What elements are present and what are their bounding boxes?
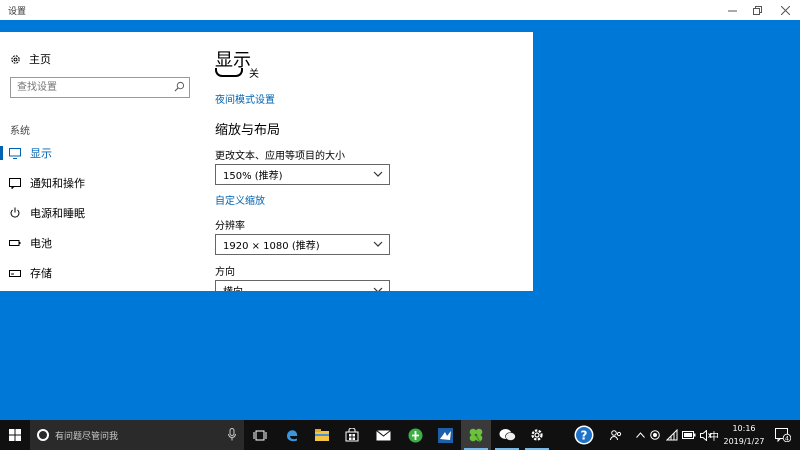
close-icon — [780, 5, 790, 15]
bird-app-icon — [437, 427, 453, 443]
taskbar-search-box[interactable]: 有问题尽管问我 — [30, 420, 244, 450]
bird-app-button[interactable] — [430, 420, 460, 450]
resolution-dropdown[interactable]: 1920 × 1080 (推荐) — [215, 234, 390, 255]
action-center-button[interactable]: 4 — [772, 420, 794, 450]
restore-button[interactable] — [742, 0, 772, 20]
power-icon — [0, 207, 30, 219]
wifi-icon — [666, 429, 678, 441]
battery-tray-button[interactable] — [680, 420, 698, 450]
chevron-up-icon — [635, 432, 645, 438]
help-icon: ? — [574, 425, 594, 445]
close-button[interactable] — [770, 0, 800, 20]
scale-dropdown[interactable]: 150% (推荐) — [215, 164, 390, 185]
edge-button[interactable] — [277, 420, 307, 450]
taskbar-search-placeholder: 有问题尽管问我 — [55, 432, 119, 442]
sidebar-item-label: 电源和睡眠 — [30, 207, 85, 220]
task-view-button[interactable] — [245, 420, 275, 450]
tray-record-button[interactable] — [648, 420, 662, 450]
sidebar-item-display[interactable]: 显示 — [0, 141, 200, 165]
help-button[interactable]: ? — [569, 420, 599, 450]
file-explorer-icon — [315, 429, 329, 441]
mail-button[interactable] — [368, 420, 398, 450]
night-light-toggle[interactable] — [215, 68, 243, 77]
sidebar-item-label: 通知和操作 — [30, 177, 85, 190]
storage-icon — [0, 269, 30, 277]
chevron-down-icon — [373, 287, 383, 291]
settings-app-button[interactable] — [522, 420, 552, 450]
scale-label: 更改文本、应用等项目的大小 — [215, 151, 345, 162]
home-label: 主页 — [29, 53, 51, 66]
taskbar: 有问题尽管问我 ? 中 10:16 2019/1/27 4 — [0, 420, 800, 450]
settings-search-input[interactable] — [11, 78, 161, 97]
sidebar-item-label: 存储 — [30, 267, 52, 280]
minimize-icon — [727, 10, 737, 11]
edge-icon — [287, 430, 298, 442]
settings-sidebar: 主页 系统 显示 通知和操作 电源和睡眠 — [0, 32, 200, 291]
scale-value: 150% (推荐) — [223, 171, 283, 182]
file-explorer-button[interactable] — [307, 420, 337, 450]
people-button[interactable] — [606, 420, 626, 450]
chevron-down-icon — [373, 241, 383, 247]
night-light-settings-link[interactable]: 夜间模式设置 — [215, 91, 275, 106]
clover-app-icon — [469, 428, 483, 443]
people-icon — [610, 430, 622, 441]
record-icon — [650, 430, 660, 440]
cortana-icon — [37, 429, 49, 441]
settings-gear-icon — [531, 429, 543, 441]
green-app-button[interactable] — [400, 420, 430, 450]
clock[interactable]: 10:16 2019/1/27 — [718, 422, 770, 448]
resolution-label: 分辨率 — [215, 221, 245, 232]
orientation-value: 横向 — [223, 283, 243, 291]
resolution-value: 1920 × 1080 (推荐) — [223, 241, 320, 252]
battery-icon — [0, 239, 30, 247]
custom-scaling-link[interactable]: 自定义缩放 — [215, 192, 265, 207]
settings-search-box[interactable] — [10, 77, 190, 98]
chevron-down-icon — [373, 171, 383, 177]
microphone-icon[interactable] — [228, 428, 236, 441]
clock-date: 2019/1/27 — [723, 437, 765, 446]
settings-window: 主页 系统 显示 通知和操作 电源和睡眠 — [0, 32, 533, 291]
task-view-icon — [253, 430, 267, 440]
sidebar-item-battery[interactable]: 电池 — [0, 231, 200, 255]
wechat-button[interactable] — [492, 420, 522, 450]
sidebar-item-power[interactable]: 电源和睡眠 — [0, 201, 200, 225]
clover-app-button[interactable] — [461, 420, 491, 450]
sidebar-item-label: 电池 — [30, 237, 52, 250]
monitor-icon — [0, 147, 30, 159]
sidebar-item-label: 显示 — [30, 147, 52, 160]
home-nav-item[interactable]: 主页 — [10, 51, 51, 67]
display-settings-content: 显示 关 夜间模式设置 缩放与布局 更改文本、应用等项目的大小 150% (推荐… — [215, 32, 525, 291]
scale-layout-heading: 缩放与布局 — [215, 123, 281, 138]
orientation-label: 方向 — [215, 267, 235, 278]
start-button[interactable] — [0, 420, 30, 450]
sidebar-item-notifications[interactable]: 通知和操作 — [0, 171, 200, 195]
svg-text:?: ? — [581, 429, 588, 443]
search-icon[interactable] — [174, 81, 185, 92]
wechat-icon — [499, 429, 516, 441]
night-light-state: 关 — [249, 69, 259, 80]
windows-logo-icon — [9, 429, 21, 441]
window-title: 设置 — [8, 7, 27, 17]
network-button[interactable] — [664, 420, 680, 450]
mail-icon — [375, 429, 391, 440]
notification-count: 4 — [785, 435, 789, 442]
show-hidden-icons-button[interactable] — [632, 420, 648, 450]
store-button[interactable] — [337, 420, 367, 450]
gear-icon — [11, 54, 20, 64]
system-section-label: 系统 — [10, 126, 30, 137]
orientation-dropdown[interactable]: 横向 — [215, 280, 390, 291]
clock-time: 10:16 — [732, 424, 756, 433]
restore-icon — [752, 5, 762, 15]
sidebar-item-storage[interactable]: 存储 — [0, 261, 200, 285]
notification-icon: 4 — [775, 428, 791, 442]
window-titlebar: 设置 — [0, 0, 800, 20]
battery-icon — [682, 431, 696, 439]
store-icon — [345, 428, 359, 442]
message-icon — [0, 177, 30, 189]
green-app-icon — [408, 428, 422, 442]
